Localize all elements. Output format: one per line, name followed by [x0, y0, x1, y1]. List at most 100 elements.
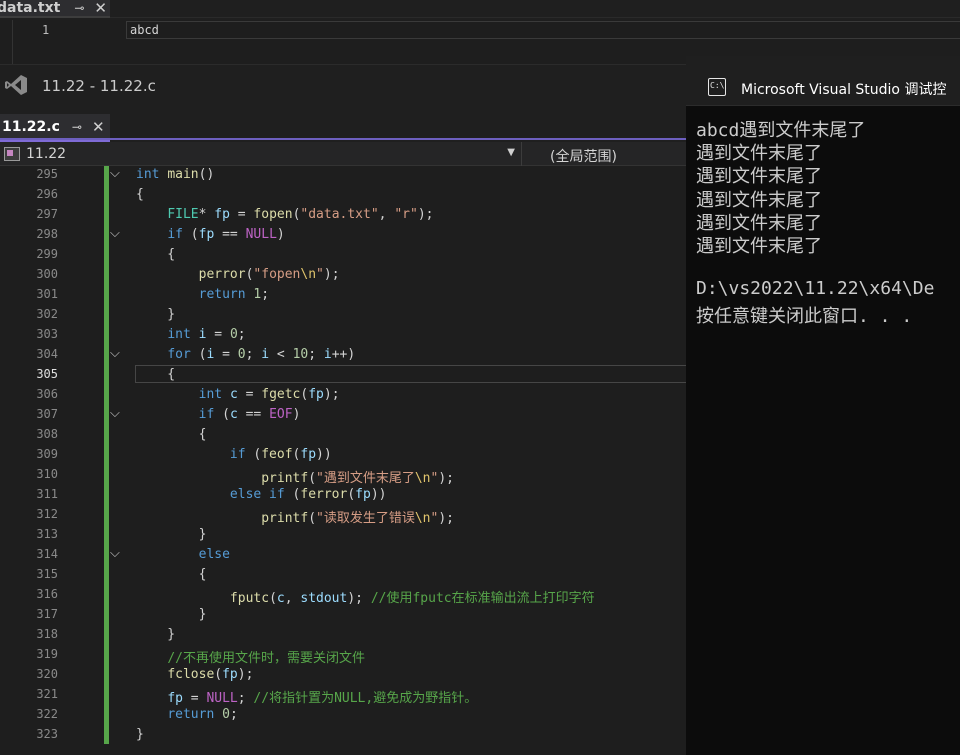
code-token: ; — [237, 327, 246, 342]
code-token: 0 — [229, 327, 238, 342]
code-text[interactable]: { — [136, 427, 207, 442]
code-token: ++) — [331, 347, 356, 362]
console-line: 遇到文件末尾了 — [696, 212, 822, 232]
code-line[interactable]: 313 } — [0, 526, 686, 546]
code-line[interactable]: 319 //不再使用文件时，需要关闭文件 — [0, 646, 686, 666]
code-line[interactable]: 304 ⌵ for (i = 0; i < 10; i++) — [0, 346, 686, 366]
code-text[interactable]: } — [136, 607, 207, 622]
code-text[interactable]: fclose(fp); — [136, 667, 253, 682]
fold-chevron-icon[interactable]: ⌵ — [110, 546, 120, 561]
file-content[interactable]: abcd — [130, 23, 159, 37]
code-line[interactable]: 298 ⌵ if (fp == NULL) — [0, 226, 686, 246]
code-token: { — [136, 187, 144, 202]
code-line[interactable]: 295 ⌵ int main() — [0, 166, 686, 186]
pin-icon[interactable]: ⊸ — [74, 1, 84, 15]
code-text[interactable]: //不再使用文件时，需要关闭文件 — [136, 647, 365, 666]
code-text[interactable]: if (c == EOF) — [136, 407, 301, 422]
code-line[interactable]: 318 } — [0, 626, 686, 646]
code-text[interactable]: { — [136, 247, 175, 262]
code-line[interactable]: 301 return 1; — [0, 286, 686, 306]
code-text[interactable]: return 0; — [136, 707, 237, 722]
code-text[interactable]: if (feof(fp)) — [136, 447, 332, 462]
code-text[interactable]: } — [136, 307, 175, 322]
code-text[interactable]: int c = fgetc(fp); — [136, 387, 340, 402]
tab-accent-line — [0, 138, 686, 140]
pin-icon[interactable]: ⊸ — [72, 120, 82, 134]
code-line[interactable]: 322 return 0; — [0, 706, 686, 726]
code-line[interactable]: 321 fp = NULL; //将指针置为NULL,避免成为野指针。 — [0, 686, 686, 706]
code-line[interactable]: 302 } — [0, 306, 686, 326]
code-text[interactable]: for (i = 0; i < 10; i++) — [136, 347, 355, 362]
chevron-down-icon[interactable]: ▼ — [507, 147, 515, 158]
code-text[interactable]: else if (ferror(fp)) — [136, 487, 387, 502]
project-dropdown[interactable]: 11.22 ▼ — [0, 142, 522, 166]
code-line[interactable]: 311 else if (ferror(fp)) — [0, 486, 686, 506]
code-line[interactable]: 315 { — [0, 566, 686, 586]
code-text[interactable]: int i = 0; — [136, 327, 246, 342]
fold-chevron-icon[interactable]: ⌵ — [110, 406, 120, 421]
code-text[interactable]: { — [136, 187, 144, 202]
code-text[interactable]: if (fp == NULL) — [136, 227, 284, 242]
code-text[interactable]: fputc(c, stdout); //使用fputc在标准输出流上打印字符 — [136, 587, 595, 606]
code-token: fp — [355, 487, 371, 502]
code-editor[interactable]: 295 ⌵ int main() 296{297 FILE* fp = fopen("… — [0, 166, 686, 755]
line-number: 319 — [36, 647, 58, 661]
fold-chevron-icon[interactable]: ⌵ — [110, 226, 120, 241]
code-text[interactable]: } — [136, 527, 207, 542]
code-text[interactable]: printf("读取发生了错误\n"); — [136, 507, 454, 526]
code-line[interactable]: 308 { — [0, 426, 686, 446]
code-text[interactable]: } — [136, 727, 144, 742]
code-text[interactable]: else — [136, 547, 230, 562]
code-token: int — [136, 167, 160, 182]
code-text[interactable]: { — [136, 367, 175, 382]
close-icon[interactable]: ✕ — [94, 0, 107, 17]
code-token: //不再使用文件时，需要关闭文件 — [167, 651, 365, 666]
code-line[interactable]: 296 { — [0, 186, 686, 206]
code-line[interactable]: 306 int c = fgetc(fp); — [0, 386, 686, 406]
code-token: FILE — [167, 207, 199, 222]
code-line[interactable]: 312 printf("读取发生了错误\n"); — [0, 506, 686, 526]
code-line[interactable]: 316 fputc(c, stdout); //使用fputc在标准输出流上打印… — [0, 586, 686, 606]
code-text[interactable]: FILE* fp = fopen("data.txt", "r"); — [136, 207, 433, 222]
code-token: \n — [414, 511, 431, 526]
code-text[interactable]: perror("fopen\n"); — [136, 267, 340, 282]
code-line[interactable]: 303 int i = 0; — [0, 326, 686, 346]
code-line[interactable]: 317 } — [0, 606, 686, 626]
line-number: 306 — [36, 387, 58, 401]
code-line[interactable]: 310 printf("遇到文件末尾了\n"); — [0, 466, 686, 486]
code-token: } — [136, 527, 207, 542]
code-token: i — [323, 347, 332, 362]
code-line[interactable]: 320 fclose(fp); — [0, 666, 686, 686]
code-line[interactable]: 297 FILE* fp = fopen("data.txt", "r"); — [0, 206, 686, 226]
code-text[interactable]: { — [136, 567, 207, 582]
code-line[interactable]: 309 if (feof(fp)) — [0, 446, 686, 466]
scope-dropdown[interactable]: (全局范围) — [550, 146, 617, 166]
code-text[interactable]: int main() — [136, 167, 214, 182]
debug-console-window[interactable]: C:\ Microsoft Visual Studio 调试控 abcd遇到文件… — [686, 56, 960, 755]
code-token: NULL — [206, 691, 238, 706]
code-line[interactable]: 323} — [0, 726, 686, 746]
code-text[interactable]: fp = NULL; //将指针置为NULL,避免成为野指针。 — [136, 687, 477, 706]
code-text[interactable]: } — [136, 627, 175, 642]
code-token: "data.txt" — [300, 207, 379, 222]
code-line[interactable]: 300 perror("fopen\n"); — [0, 266, 686, 286]
fold-chevron-icon[interactable]: ⌵ — [110, 166, 120, 181]
code-line[interactable]: 307 ⌵ if (c == EOF) — [0, 406, 686, 426]
code-text[interactable]: printf("遇到文件末尾了\n"); — [136, 467, 454, 486]
code-text[interactable]: return 1; — [136, 287, 269, 302]
code-token: ( — [308, 511, 317, 526]
tab-data-txt[interactable]: data.txt ⊸ ✕ — [0, 0, 110, 18]
code-token: fclose — [167, 667, 215, 682]
line-number: 322 — [36, 707, 58, 721]
close-icon[interactable]: ✕ — [92, 118, 105, 136]
fold-chevron-icon[interactable]: ⌵ — [110, 346, 120, 361]
code-line[interactable]: 305 { — [0, 366, 686, 386]
code-line[interactable]: 299 { — [0, 246, 686, 266]
code-line[interactable]: 314 ⌵ else — [0, 546, 686, 566]
